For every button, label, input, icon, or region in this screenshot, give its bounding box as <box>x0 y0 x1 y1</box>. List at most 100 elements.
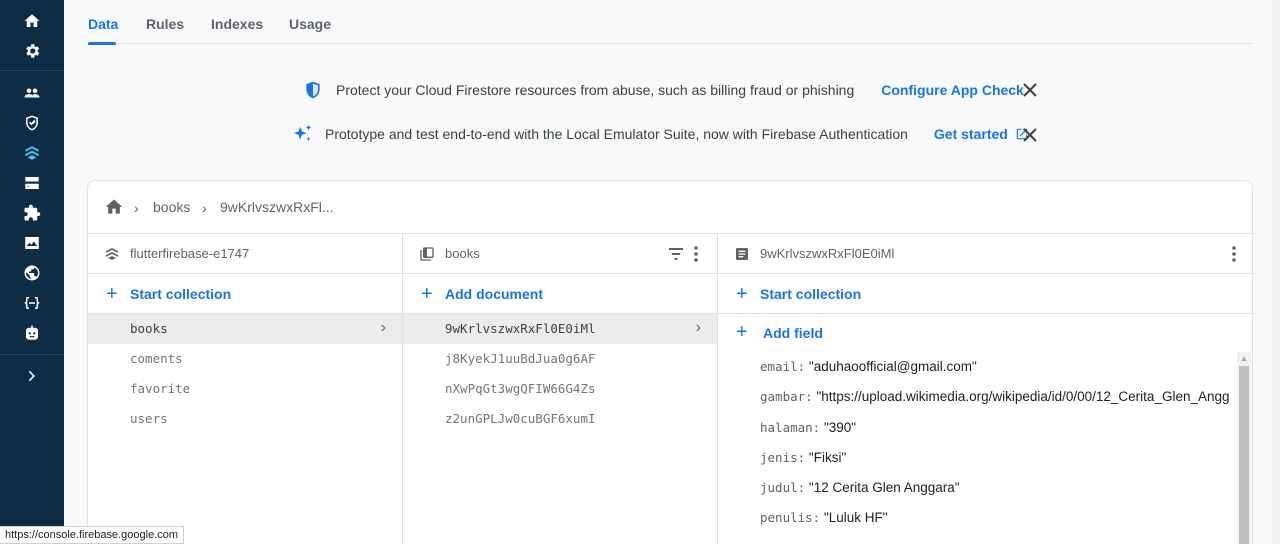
tab-indexes[interactable]: Indexes <box>211 16 263 32</box>
document-id: j8KyekJ1uuBdJua0g6AF <box>445 351 596 366</box>
appcheck-banner: Protect your Cloud Firestore resources f… <box>303 78 1024 102</box>
more-vert-icon[interactable] <box>693 245 699 263</box>
field-key: jenis: <box>760 450 806 465</box>
shield-icon[interactable] <box>22 113 42 133</box>
chevron-right-icon: › <box>134 200 139 216</box>
collection-name: users <box>130 411 168 426</box>
field-key: email: <box>760 359 806 374</box>
collection-item[interactable]: favorite <box>88 374 402 404</box>
collection-item[interactable]: books › <box>88 314 402 344</box>
root-column-header: flutterfirebase-e1747 <box>88 234 402 274</box>
add-document-label: Add document <box>445 286 543 302</box>
field-row[interactable]: halaman: "390" <box>760 420 856 435</box>
field-value: "https://upload.wikimedia.org/wikipedia/… <box>816 389 1230 404</box>
emulator-banner: Prototype and test end-to-end with the L… <box>292 122 1029 146</box>
collection-name: books <box>130 321 168 336</box>
field-key: judul: <box>760 480 806 495</box>
field-row[interactable]: email: "aduhaoofficial@gmail.com" <box>760 359 977 374</box>
field-value: "Fiksi" <box>808 450 847 465</box>
collection-column: books + Add document 9wKrlvszwxRxFl0E0iM… <box>403 234 718 544</box>
start-collection-label: Start collection <box>760 286 862 302</box>
home-icon[interactable] <box>104 197 124 217</box>
more-vert-icon[interactable] <box>1231 245 1237 263</box>
field-key: penulis: <box>760 510 821 525</box>
extensions-icon[interactable] <box>22 203 42 223</box>
collection-title: books <box>445 246 480 261</box>
field-row[interactable]: jenis: "Fiksi" <box>760 450 846 465</box>
robot-icon[interactable] <box>22 323 42 343</box>
chevron-right-icon: › <box>202 200 207 216</box>
collection-column-header: books <box>403 234 717 274</box>
users-icon[interactable] <box>22 83 42 103</box>
add-field-label: Add field <box>763 325 823 341</box>
field-value: "390" <box>823 420 857 435</box>
document-column: 9wKrlvszwxRxFl0E0iMl + Start collection … <box>718 234 1254 544</box>
home-icon[interactable] <box>22 11 42 31</box>
scroll-up-icon[interactable]: ▲ <box>1240 354 1248 363</box>
field-key: halaman: <box>760 420 821 435</box>
document-item[interactable]: j8KyekJ1uuBdJua0g6AF <box>403 344 717 374</box>
firestore-icon <box>104 246 120 262</box>
collection-item[interactable]: coments <box>88 344 402 374</box>
field-row[interactable]: penulis: "Luluk HF" <box>760 510 888 525</box>
field-key: gambar: <box>760 389 813 404</box>
field-value: "aduhaoofficial@gmail.com" <box>808 359 977 374</box>
breadcrumb-books[interactable]: books <box>153 199 190 215</box>
collection-item[interactable]: users <box>88 404 402 434</box>
close-icon[interactable] <box>1022 82 1038 98</box>
add-document-button[interactable]: + Add document <box>403 274 717 314</box>
document-column-header: 9wKrlvszwxRxFl0E0iMl <box>718 234 1254 274</box>
document-id: 9wKrlvszwxRxFl0E0iMl <box>445 321 596 336</box>
firestore-icon[interactable] <box>22 143 42 163</box>
chevron-right-icon: › <box>380 319 386 336</box>
status-url: https://console.firebase.google.com <box>0 526 185 544</box>
storage-icon[interactable] <box>22 173 42 193</box>
nav-rail <box>0 0 64 544</box>
project-name: flutterfirebase-e1747 <box>130 246 250 261</box>
emulator-banner-text: Prototype and test end-to-end with the L… <box>325 126 908 142</box>
field-row[interactable]: judul: "12 Cerita Glen Anggara" <box>760 480 960 495</box>
start-collection-label: Start collection <box>130 286 232 302</box>
shield-icon <box>306 81 320 99</box>
plus-icon: + <box>421 283 433 305</box>
collection-icon <box>419 246 435 262</box>
document-icon <box>734 246 750 262</box>
document-item[interactable]: z2unGPLJw0cuBGF6xumI <box>403 404 717 434</box>
fields-scrollbar[interactable]: ▲ <box>1237 352 1251 544</box>
get-started-link[interactable]: Get started <box>934 126 1008 142</box>
firestore-panel: › books › 9wKrlvszwxRxFl... flutterfireb… <box>87 180 1254 544</box>
plus-icon: + <box>106 283 118 305</box>
appcheck-banner-text: Protect your Cloud Firestore resources f… <box>336 82 855 98</box>
collection-name: favorite <box>130 381 191 396</box>
image-icon[interactable] <box>22 233 42 253</box>
functions-icon[interactable] <box>22 293 42 313</box>
tab-rules[interactable]: Rules <box>146 16 184 32</box>
breadcrumb: › books › 9wKrlvszwxRxFl... <box>88 181 1254 234</box>
add-field-button[interactable]: + Add field <box>718 314 1254 352</box>
plus-icon: + <box>736 321 748 343</box>
configure-app-check-link[interactable]: Configure App Check <box>881 82 1024 98</box>
active-tab-indicator <box>88 42 116 45</box>
chevron-right-icon: › <box>695 319 701 336</box>
close-icon[interactable] <box>1022 127 1038 143</box>
tab-data[interactable]: Data <box>88 16 118 32</box>
sparkle-icon <box>293 124 312 141</box>
field-value: "12 Cerita Glen Anggara" <box>808 480 960 495</box>
globe-icon[interactable] <box>22 263 42 283</box>
document-id: z2unGPLJw0cuBGF6xumI <box>445 411 596 426</box>
plus-icon: + <box>736 283 748 305</box>
breadcrumb-document[interactable]: 9wKrlvszwxRxFl... <box>220 199 334 215</box>
document-item[interactable]: nXwPqGt3wgQFIW66G4Zs <box>403 374 717 404</box>
filter-icon[interactable] <box>668 247 684 261</box>
field-value: "Luluk HF" <box>823 510 888 525</box>
tab-usage[interactable]: Usage <box>289 16 331 32</box>
page-scrollbar[interactable] <box>1272 0 1280 544</box>
start-subcollection-button[interactable]: + Start collection <box>718 274 1254 314</box>
field-row[interactable]: gambar: "https://upload.wikimedia.org/wi… <box>760 389 1230 404</box>
document-id: nXwPqGt3wgQFIW66G4Zs <box>445 381 596 396</box>
expand-icon[interactable] <box>22 366 42 386</box>
scrollbar-thumb[interactable] <box>1239 366 1249 544</box>
start-collection-button[interactable]: + Start collection <box>88 274 402 314</box>
document-item[interactable]: 9wKrlvszwxRxFl0E0iMl › <box>403 314 717 344</box>
settings-icon[interactable] <box>22 41 42 61</box>
